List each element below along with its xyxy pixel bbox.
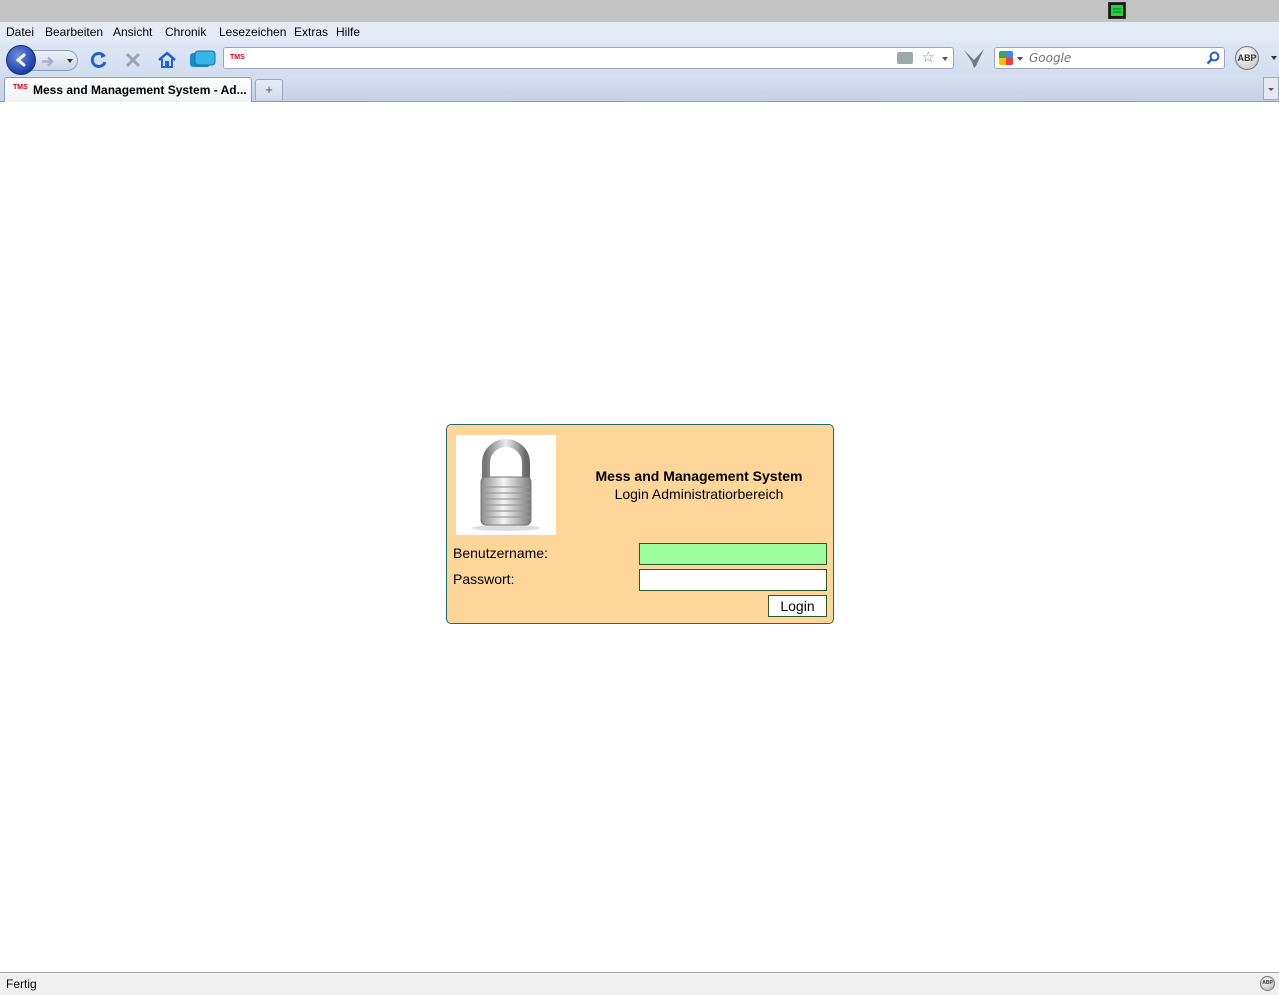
adblock-button[interactable]: ABP [1235, 46, 1259, 70]
tab-strip: TMS Mess and Management System - Ad... + [0, 75, 1279, 102]
back-arrow-icon [15, 53, 26, 67]
status-text: Fertig [6, 977, 37, 991]
bird-addon-icon[interactable] [962, 46, 986, 70]
status-bar: Fertig ABP [0, 972, 1279, 995]
menu-bar: Datei Bearbeiten Ansicht Chronik Lesezei… [0, 22, 1279, 42]
history-dropdown-icon[interactable] [67, 59, 73, 63]
tab-title: Mess and Management System - Ad... [33, 83, 247, 97]
login-subtitle: Login Administratiorbereich [614, 486, 784, 502]
star-icon[interactable]: ☆ [922, 50, 935, 66]
tab-active[interactable]: TMS Mess and Management System - Ad... [4, 77, 252, 102]
tray-icon[interactable] [1108, 2, 1126, 19]
url-dropdown-icon[interactable] [942, 57, 948, 61]
tab-candy-icon[interactable] [189, 49, 217, 71]
url-bar[interactable]: TMS ☆ [223, 47, 954, 69]
username-label: Benutzername: [453, 545, 548, 561]
forward-arrow-icon [42, 56, 54, 67]
search-bar[interactable] [994, 47, 1225, 69]
menu-hilfe[interactable]: Hilfe [336, 25, 360, 39]
padlock-icon [456, 435, 556, 535]
password-input[interactable] [639, 569, 827, 591]
new-tab-button[interactable]: + [255, 79, 283, 100]
search-input[interactable] [1029, 49, 1199, 67]
menu-bearbeiten[interactable]: Bearbeiten [45, 25, 103, 39]
adblock-dropdown-icon[interactable] [1271, 56, 1277, 60]
username-input[interactable] [639, 543, 827, 565]
home-icon[interactable] [156, 49, 178, 71]
menu-extras[interactable]: Extras [294, 25, 328, 39]
forward-button[interactable] [32, 50, 78, 71]
menu-lesezeichen[interactable]: Lesezeichen [219, 25, 286, 39]
adblock-status-icon[interactable]: ABP [1260, 976, 1275, 991]
window-title-bar [0, 0, 1279, 22]
menu-chronik[interactable]: Chronik [165, 25, 206, 39]
back-button[interactable] [6, 45, 36, 75]
search-engine-dropdown-icon[interactable] [1017, 57, 1023, 61]
rss-icon[interactable] [897, 52, 913, 64]
menu-datei[interactable]: Datei [6, 25, 34, 39]
magnifier-icon[interactable] [1206, 51, 1220, 65]
menu-ansicht[interactable]: Ansicht [113, 25, 152, 39]
login-panel: Mess and Management System Login Adminis… [446, 424, 834, 624]
login-title: Mess and Management System [595, 468, 803, 484]
reload-icon[interactable] [88, 49, 110, 71]
site-favicon: TMS [230, 54, 245, 61]
stop-icon[interactable] [122, 49, 144, 71]
password-label: Passwort: [453, 571, 515, 587]
google-engine-icon[interactable] [999, 51, 1013, 65]
tab-favicon: TMS [13, 84, 28, 91]
login-button[interactable]: Login [768, 595, 827, 617]
tab-list-dropdown-icon[interactable] [1263, 77, 1279, 100]
